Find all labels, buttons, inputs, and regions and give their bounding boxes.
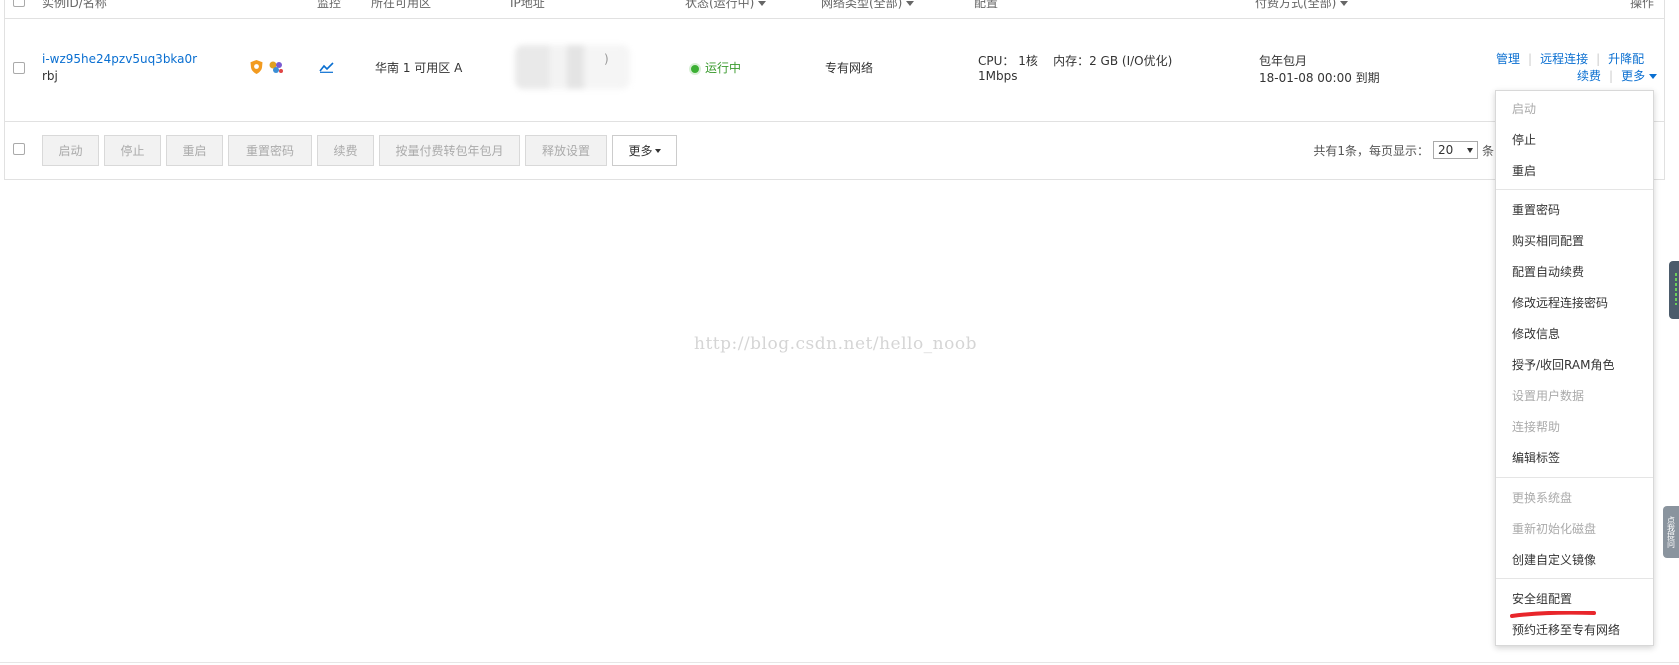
header-config: 配置 bbox=[974, 0, 999, 10]
more-actions-menu: 启动 停止 重启 重置密码 购买相同配置 配置自动续费 修改远程连接密码 修改信… bbox=[1495, 90, 1654, 646]
instance-table: 实例ID/名称 监控 所在可用区 IP地址 状态(运行中) 网络类型(全部) 配… bbox=[4, 0, 1665, 180]
menu-item-connect-help[interactable]: 连接帮助 bbox=[1512, 418, 1560, 435]
toolbar-select-all-checkbox[interactable] bbox=[13, 143, 25, 155]
pagination: 共有1条，每页显示： 20 条 bbox=[1313, 141, 1494, 159]
status-text: 运行中 bbox=[705, 61, 742, 75]
select-all-checkbox[interactable] bbox=[13, 0, 25, 7]
signal-bars-icon bbox=[1675, 273, 1677, 305]
header-network-filter[interactable]: 网络类型(全部) bbox=[821, 0, 915, 11]
menu-item-restart[interactable]: 重启 bbox=[1512, 162, 1536, 179]
menu-item-change-remote-password[interactable]: 修改远程连接密码 bbox=[1512, 294, 1608, 311]
pager-total: 共有1条，每页显示： bbox=[1313, 143, 1429, 158]
table-header: 实例ID/名称 监控 所在可用区 IP地址 状态(运行中) 网络类型(全部) 配… bbox=[5, 0, 1664, 19]
row-checkbox[interactable] bbox=[13, 62, 25, 74]
manage-link[interactable]: 管理 bbox=[1496, 50, 1520, 67]
header-zone: 所在可用区 bbox=[371, 0, 432, 10]
security-shield-icon[interactable] bbox=[250, 60, 263, 77]
separator: | bbox=[1596, 51, 1601, 66]
reset-password-button[interactable]: 重置密码 bbox=[228, 135, 312, 166]
more-button-label: 更多 bbox=[628, 144, 653, 158]
header-ip: IP地址 bbox=[510, 0, 545, 10]
convert-billing-button[interactable]: 按量付费转包年包月 bbox=[379, 135, 520, 166]
chevron-down-icon bbox=[1466, 147, 1473, 153]
menu-divider bbox=[1496, 189, 1653, 190]
chevron-down-icon bbox=[1649, 74, 1658, 79]
menu-item-reset-password[interactable]: 重置密码 bbox=[1512, 201, 1560, 218]
instance-id-link[interactable]: i-wz95he24pzv5uq3bka0r bbox=[42, 52, 197, 66]
header-status-filter[interactable]: 状态(运行中) bbox=[685, 0, 767, 11]
network-type: 专有网络 bbox=[825, 61, 874, 75]
menu-item-migrate-vpc[interactable]: 预约迁移至专有网络 bbox=[1512, 621, 1620, 638]
menu-item-security-group[interactable]: 安全组配置 bbox=[1512, 590, 1572, 607]
chevron-down-icon bbox=[654, 148, 661, 153]
running-status-icon bbox=[689, 62, 701, 75]
plugin-icon[interactable] bbox=[268, 60, 284, 77]
menu-item-reinit-disk[interactable]: 重新初始化磁盘 bbox=[1512, 520, 1596, 537]
table-row: i-wz95he24pzv5uq3bka0r rbj 华南 1 可用区 A ) … bbox=[5, 19, 1664, 122]
page-size-value: 20 bbox=[1437, 143, 1454, 157]
page-size-select[interactable]: 20 bbox=[1432, 141, 1478, 159]
config-line-2: 1Mbps bbox=[978, 69, 1018, 83]
more-label: 更多 bbox=[1621, 69, 1646, 83]
renew-button[interactable]: 续费 bbox=[317, 135, 374, 166]
config-line-1: CPU： 1核 内存：2 GB (I/O优化) bbox=[978, 54, 1173, 68]
restart-button[interactable]: 重启 bbox=[166, 135, 223, 166]
header-instance: 实例ID/名称 bbox=[42, 0, 107, 10]
header-billing-filter[interactable]: 付费方式(全部) bbox=[1255, 0, 1349, 11]
menu-item-create-custom-image[interactable]: 创建自定义镜像 bbox=[1512, 551, 1596, 568]
bulk-toolbar: 启动 停止 重启 重置密码 续费 按量付费转包年包月 释放设置 更多 共有1条，… bbox=[5, 123, 1664, 180]
separator: | bbox=[1609, 68, 1614, 83]
pager-unit: 条 bbox=[1481, 143, 1494, 158]
zone-text: 华南 1 可用区 A bbox=[375, 61, 463, 75]
remote-connect-link[interactable]: 远程连接 bbox=[1540, 50, 1588, 67]
menu-item-auto-renew[interactable]: 配置自动续费 bbox=[1512, 263, 1584, 280]
menu-item-user-data[interactable]: 设置用户数据 bbox=[1512, 387, 1584, 404]
menu-item-stop[interactable]: 停止 bbox=[1512, 131, 1536, 148]
header-status-label: 状态(运行中) bbox=[685, 0, 755, 10]
more-button[interactable]: 更多 bbox=[612, 135, 677, 166]
chevron-down-icon bbox=[1340, 1, 1349, 6]
release-settings-button[interactable]: 释放设置 bbox=[525, 135, 607, 166]
divider bbox=[0, 662, 1679, 663]
menu-item-start[interactable]: 启动 bbox=[1512, 100, 1536, 117]
menu-divider bbox=[1496, 477, 1653, 478]
row-actions-line-2: 续费 | 更多 bbox=[1577, 67, 1658, 84]
billing-type: 包年包月 bbox=[1259, 54, 1308, 68]
highlight-underline bbox=[1510, 611, 1596, 618]
status-badge: 运行中 bbox=[689, 59, 741, 76]
upgrade-link[interactable]: 升降配 bbox=[1608, 50, 1644, 67]
ask-question-tab[interactable]: 点我提问 bbox=[1663, 506, 1679, 558]
row-actions-line-1: 管理 | 远程连接 | 升降配 bbox=[1496, 50, 1644, 67]
instance-name: rbj bbox=[42, 69, 58, 83]
side-widget-tab[interactable] bbox=[1669, 261, 1679, 319]
chevron-down-icon bbox=[906, 1, 915, 6]
watermark: http://blog.csdn.net/hello_noob bbox=[694, 334, 977, 354]
start-button[interactable]: 启动 bbox=[42, 135, 99, 166]
header-actions: 操作 bbox=[1630, 0, 1655, 10]
menu-item-buy-same-config[interactable]: 购买相同配置 bbox=[1512, 232, 1584, 249]
ip-address-redacted bbox=[515, 45, 630, 89]
menu-item-ram-role[interactable]: 授予/收回RAM角色 bbox=[1512, 356, 1614, 373]
menu-item-replace-system-disk[interactable]: 更换系统盘 bbox=[1512, 489, 1572, 506]
header-billing-label: 付费方式(全部) bbox=[1255, 0, 1337, 10]
separator: | bbox=[1528, 51, 1533, 66]
monitor-chart-icon[interactable] bbox=[319, 61, 334, 76]
menu-item-edit-info[interactable]: 修改信息 bbox=[1512, 325, 1560, 342]
header-monitor: 监控 bbox=[317, 0, 342, 10]
header-network-label: 网络类型(全部) bbox=[821, 0, 903, 10]
ip-suffix: ) bbox=[604, 52, 609, 66]
more-actions-toggle[interactable]: 更多 bbox=[1621, 67, 1658, 84]
renew-link[interactable]: 续费 bbox=[1577, 67, 1601, 84]
menu-divider bbox=[1496, 578, 1653, 579]
billing-expiry: 18-01-08 00:00 到期 bbox=[1259, 71, 1380, 85]
menu-item-edit-tags[interactable]: 编辑标签 bbox=[1512, 449, 1560, 466]
stop-button[interactable]: 停止 bbox=[104, 135, 161, 166]
chevron-down-icon bbox=[758, 1, 767, 6]
